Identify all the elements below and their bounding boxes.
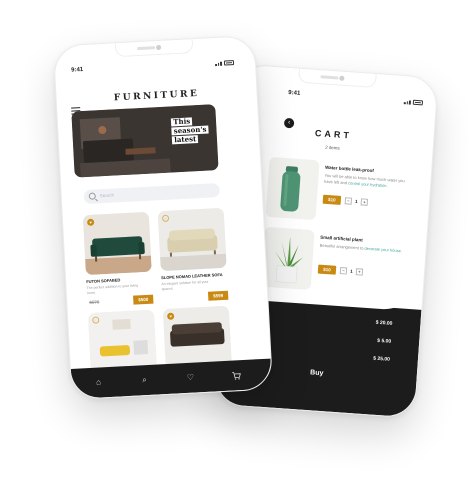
product-description: An elegant solution for all your spaces bbox=[161, 279, 209, 291]
product-card[interactable]: ♡ SLOPE NOMAD LEATHER SOFA An elegant so… bbox=[157, 207, 229, 304]
cart-item: Water bottle leak-proof You will be able… bbox=[265, 156, 420, 227]
product-card[interactable]: ♡ bbox=[87, 309, 157, 373]
battery-icon bbox=[412, 99, 423, 106]
product-old-price: $576 bbox=[89, 299, 100, 305]
cart-icon[interactable] bbox=[231, 370, 242, 381]
home-icon[interactable]: ⌂ bbox=[93, 377, 104, 388]
brand-title: FURNITURE bbox=[113, 88, 200, 104]
signal-icon bbox=[215, 61, 222, 66]
product-image: ♡ bbox=[87, 309, 157, 373]
increase-button[interactable]: + bbox=[360, 198, 369, 206]
summary-value: $ 5.00 bbox=[377, 337, 392, 345]
product-price: $599 bbox=[207, 290, 229, 301]
search-icon bbox=[88, 192, 96, 200]
green-bottle-icon bbox=[265, 156, 320, 221]
product-card[interactable]: ♥ FUTON SOFABED The perfect addition to … bbox=[82, 211, 154, 308]
quantity-stepper: − 1 + bbox=[344, 197, 369, 206]
heart-icon[interactable]: ♡ bbox=[185, 373, 196, 384]
product-image: ♥ bbox=[82, 211, 152, 276]
cart-item-name: Water bottle leak-proof bbox=[324, 164, 375, 174]
cart-item: Small artificial plant Beautiful arrange… bbox=[260, 226, 415, 297]
status-icons bbox=[215, 60, 234, 66]
cart-item-name: Small artificial plant bbox=[320, 234, 363, 243]
quantity-value: 1 bbox=[354, 198, 358, 205]
signal-icon bbox=[403, 99, 411, 105]
search-icon[interactable]: ⌕ bbox=[139, 375, 150, 386]
product-price: $500 bbox=[133, 294, 154, 305]
phone-notch bbox=[114, 39, 194, 58]
quantity-value: 1 bbox=[350, 268, 353, 274]
summary-value: $ 20.00 bbox=[375, 319, 393, 327]
product-image: ♥ bbox=[162, 305, 232, 370]
product-description: The perfect addition to your living room… bbox=[86, 283, 139, 295]
product-card[interactable]: ♥ bbox=[162, 305, 232, 370]
increase-button[interactable]: + bbox=[355, 268, 364, 276]
cart-item-description: Beautiful arrangement to decorate your h… bbox=[319, 242, 403, 254]
search-placeholder: Search bbox=[99, 192, 115, 199]
decrease-button[interactable]: − bbox=[344, 197, 353, 205]
decrease-button[interactable]: − bbox=[339, 267, 348, 275]
cart-item-price: $10 bbox=[317, 264, 337, 275]
product-prices: $599 bbox=[162, 290, 229, 304]
cart-item-price: $10 bbox=[322, 194, 342, 205]
product-image: ♡ bbox=[157, 207, 227, 272]
battery-icon bbox=[223, 60, 234, 66]
potted-plant-icon bbox=[260, 226, 315, 291]
shop-phone: 9:41 FURNITURE This season's latest Sear… bbox=[52, 34, 274, 401]
product-prices: $576 $500 bbox=[87, 294, 154, 308]
hero-headline: This season's latest bbox=[171, 116, 209, 145]
hero-banner[interactable]: This season's latest bbox=[71, 104, 219, 178]
search-input[interactable]: Search bbox=[83, 183, 221, 205]
quantity-stepper: − 1 + bbox=[339, 267, 364, 276]
status-time: 9:41 bbox=[288, 90, 301, 97]
status-time: 9:41 bbox=[71, 66, 84, 74]
summary-value: $ 25.00 bbox=[373, 355, 391, 363]
cart-item-description: You will be able to know how much water … bbox=[324, 172, 405, 188]
